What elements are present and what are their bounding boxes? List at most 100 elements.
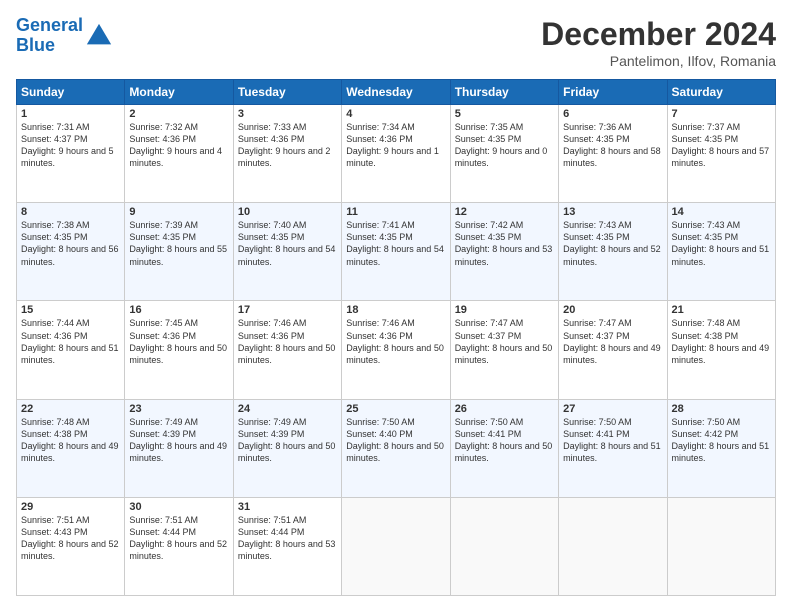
calendar-day-cell: 19Sunrise: 7:47 AMSunset: 4:37 PMDayligh… — [450, 301, 558, 399]
day-info: Sunrise: 7:35 AMSunset: 4:35 PMDaylight:… — [455, 121, 554, 170]
calendar-day-cell: 16Sunrise: 7:45 AMSunset: 4:36 PMDayligh… — [125, 301, 233, 399]
day-info: Sunrise: 7:41 AMSunset: 4:35 PMDaylight:… — [346, 219, 445, 268]
calendar-week-row: 29Sunrise: 7:51 AMSunset: 4:43 PMDayligh… — [17, 497, 776, 595]
day-info: Sunrise: 7:45 AMSunset: 4:36 PMDaylight:… — [129, 317, 228, 366]
calendar-day-cell: 2Sunrise: 7:32 AMSunset: 4:36 PMDaylight… — [125, 105, 233, 203]
calendar-table: SundayMondayTuesdayWednesdayThursdayFrid… — [16, 79, 776, 596]
day-number: 11 — [346, 206, 445, 218]
day-number: 19 — [455, 304, 554, 316]
day-number: 14 — [672, 206, 771, 218]
day-info: Sunrise: 7:47 AMSunset: 4:37 PMDaylight:… — [455, 317, 554, 366]
calendar-day-cell: 6Sunrise: 7:36 AMSunset: 4:35 PMDaylight… — [559, 105, 667, 203]
logo-icon — [85, 22, 113, 50]
day-info: Sunrise: 7:48 AMSunset: 4:38 PMDaylight:… — [672, 317, 771, 366]
day-info: Sunrise: 7:49 AMSunset: 4:39 PMDaylight:… — [129, 416, 228, 465]
day-number: 29 — [21, 501, 120, 513]
calendar-day-cell: 11Sunrise: 7:41 AMSunset: 4:35 PMDayligh… — [342, 203, 450, 301]
day-info: Sunrise: 7:32 AMSunset: 4:36 PMDaylight:… — [129, 121, 228, 170]
weekday-header-sunday: Sunday — [17, 80, 125, 105]
calendar-week-row: 8Sunrise: 7:38 AMSunset: 4:35 PMDaylight… — [17, 203, 776, 301]
day-number: 31 — [238, 501, 337, 513]
day-info: Sunrise: 7:50 AMSunset: 4:42 PMDaylight:… — [672, 416, 771, 465]
day-number: 26 — [455, 403, 554, 415]
calendar-day-cell: 25Sunrise: 7:50 AMSunset: 4:40 PMDayligh… — [342, 399, 450, 497]
day-info: Sunrise: 7:48 AMSunset: 4:38 PMDaylight:… — [21, 416, 120, 465]
day-info: Sunrise: 7:31 AMSunset: 4:37 PMDaylight:… — [21, 121, 120, 170]
logo-line2: Blue — [16, 35, 55, 55]
day-number: 10 — [238, 206, 337, 218]
day-info: Sunrise: 7:47 AMSunset: 4:37 PMDaylight:… — [563, 317, 662, 366]
calendar-day-cell: 30Sunrise: 7:51 AMSunset: 4:44 PMDayligh… — [125, 497, 233, 595]
logo-text: General Blue — [16, 16, 113, 56]
calendar-day-cell: 14Sunrise: 7:43 AMSunset: 4:35 PMDayligh… — [667, 203, 775, 301]
day-number: 18 — [346, 304, 445, 316]
location-subtitle: Pantelimon, Ilfov, Romania — [541, 53, 776, 69]
day-number: 2 — [129, 108, 228, 120]
day-info: Sunrise: 7:43 AMSunset: 4:35 PMDaylight:… — [563, 219, 662, 268]
calendar-day-cell: 22Sunrise: 7:48 AMSunset: 4:38 PMDayligh… — [17, 399, 125, 497]
calendar-day-cell: 10Sunrise: 7:40 AMSunset: 4:35 PMDayligh… — [233, 203, 341, 301]
day-number: 1 — [21, 108, 120, 120]
day-number: 3 — [238, 108, 337, 120]
day-info: Sunrise: 7:44 AMSunset: 4:36 PMDaylight:… — [21, 317, 120, 366]
calendar-day-cell: 21Sunrise: 7:48 AMSunset: 4:38 PMDayligh… — [667, 301, 775, 399]
day-info: Sunrise: 7:46 AMSunset: 4:36 PMDaylight:… — [238, 317, 337, 366]
calendar-week-row: 1Sunrise: 7:31 AMSunset: 4:37 PMDaylight… — [17, 105, 776, 203]
day-number: 23 — [129, 403, 228, 415]
calendar-day-cell: 18Sunrise: 7:46 AMSunset: 4:36 PMDayligh… — [342, 301, 450, 399]
day-info: Sunrise: 7:49 AMSunset: 4:39 PMDaylight:… — [238, 416, 337, 465]
day-info: Sunrise: 7:34 AMSunset: 4:36 PMDaylight:… — [346, 121, 445, 170]
day-number: 27 — [563, 403, 662, 415]
calendar-day-cell: 13Sunrise: 7:43 AMSunset: 4:35 PMDayligh… — [559, 203, 667, 301]
day-info: Sunrise: 7:51 AMSunset: 4:43 PMDaylight:… — [21, 514, 120, 563]
calendar-day-cell: 12Sunrise: 7:42 AMSunset: 4:35 PMDayligh… — [450, 203, 558, 301]
logo: General Blue — [16, 16, 113, 56]
weekday-header-monday: Monday — [125, 80, 233, 105]
calendar-day-cell: 9Sunrise: 7:39 AMSunset: 4:35 PMDaylight… — [125, 203, 233, 301]
header: General Blue December 2024 Pantelimon, I… — [16, 16, 776, 69]
day-number: 17 — [238, 304, 337, 316]
weekday-header-friday: Friday — [559, 80, 667, 105]
day-number: 7 — [672, 108, 771, 120]
day-info: Sunrise: 7:46 AMSunset: 4:36 PMDaylight:… — [346, 317, 445, 366]
day-info: Sunrise: 7:50 AMSunset: 4:41 PMDaylight:… — [455, 416, 554, 465]
day-number: 12 — [455, 206, 554, 218]
calendar-day-cell: 3Sunrise: 7:33 AMSunset: 4:36 PMDaylight… — [233, 105, 341, 203]
day-number: 22 — [21, 403, 120, 415]
day-number: 6 — [563, 108, 662, 120]
weekday-header-saturday: Saturday — [667, 80, 775, 105]
month-title: December 2024 — [541, 16, 776, 53]
day-number: 4 — [346, 108, 445, 120]
calendar-day-cell — [342, 497, 450, 595]
calendar-day-cell: 1Sunrise: 7:31 AMSunset: 4:37 PMDaylight… — [17, 105, 125, 203]
day-number: 15 — [21, 304, 120, 316]
calendar-day-cell: 4Sunrise: 7:34 AMSunset: 4:36 PMDaylight… — [342, 105, 450, 203]
calendar-week-row: 22Sunrise: 7:48 AMSunset: 4:38 PMDayligh… — [17, 399, 776, 497]
day-number: 28 — [672, 403, 771, 415]
day-info: Sunrise: 7:39 AMSunset: 4:35 PMDaylight:… — [129, 219, 228, 268]
day-info: Sunrise: 7:40 AMSunset: 4:35 PMDaylight:… — [238, 219, 337, 268]
day-info: Sunrise: 7:33 AMSunset: 4:36 PMDaylight:… — [238, 121, 337, 170]
day-info: Sunrise: 7:36 AMSunset: 4:35 PMDaylight:… — [563, 121, 662, 170]
calendar-day-cell: 15Sunrise: 7:44 AMSunset: 4:36 PMDayligh… — [17, 301, 125, 399]
day-number: 13 — [563, 206, 662, 218]
logo-line1: General — [16, 15, 83, 35]
calendar-day-cell — [450, 497, 558, 595]
calendar-day-cell — [667, 497, 775, 595]
calendar-day-cell: 27Sunrise: 7:50 AMSunset: 4:41 PMDayligh… — [559, 399, 667, 497]
calendar-day-cell: 5Sunrise: 7:35 AMSunset: 4:35 PMDaylight… — [450, 105, 558, 203]
day-number: 16 — [129, 304, 228, 316]
weekday-header-tuesday: Tuesday — [233, 80, 341, 105]
day-number: 5 — [455, 108, 554, 120]
calendar-day-cell: 31Sunrise: 7:51 AMSunset: 4:44 PMDayligh… — [233, 497, 341, 595]
calendar-day-cell: 7Sunrise: 7:37 AMSunset: 4:35 PMDaylight… — [667, 105, 775, 203]
day-number: 9 — [129, 206, 228, 218]
weekday-header-thursday: Thursday — [450, 80, 558, 105]
day-number: 20 — [563, 304, 662, 316]
weekday-header-wednesday: Wednesday — [342, 80, 450, 105]
calendar-week-row: 15Sunrise: 7:44 AMSunset: 4:36 PMDayligh… — [17, 301, 776, 399]
title-section: December 2024 Pantelimon, Ilfov, Romania — [541, 16, 776, 69]
day-info: Sunrise: 7:37 AMSunset: 4:35 PMDaylight:… — [672, 121, 771, 170]
calendar-day-cell: 28Sunrise: 7:50 AMSunset: 4:42 PMDayligh… — [667, 399, 775, 497]
day-number: 8 — [21, 206, 120, 218]
